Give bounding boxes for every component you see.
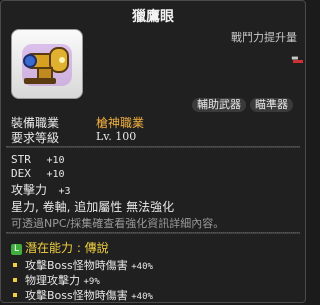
level-value: Lv. 100 <box>96 130 137 143</box>
stat-value: +3 <box>58 186 71 197</box>
potential-header: L 潛在能力 : 傳說 <box>11 239 109 256</box>
stat-name: 攻擊力 <box>11 183 48 197</box>
bullet-icon <box>13 278 17 282</box>
tag-sight: 瞄準器 <box>250 98 293 112</box>
divider <box>6 232 300 234</box>
bullet-icon <box>13 293 17 297</box>
potential-line: 攻擊Boss怪物時傷害 +40% <box>13 287 153 303</box>
potential-value: +40% <box>131 292 153 302</box>
legendary-potential-icon: L <box>11 244 22 255</box>
tag-secondary-weapon: 輔助武器 <box>192 98 246 112</box>
potential-value: +40% <box>131 262 153 272</box>
stat-dex: DEX +10 <box>11 167 65 180</box>
potential-text: 攻擊Boss怪物時傷害 <box>25 289 128 302</box>
potential-line: 物理攻擊力 +9% <box>13 272 100 288</box>
power-increase-label: 戰鬥力提升量 <box>231 31 297 44</box>
job-value: 槍神職業 <box>96 116 145 130</box>
potential-text: 攻擊Boss怪物時傷害 <box>25 259 128 272</box>
bullet-icon <box>13 263 17 267</box>
potential-text: 物理攻擊力 <box>25 274 80 287</box>
potential-line: 攻擊Boss怪物時傷害 +40% <box>13 257 153 273</box>
stat-name: STR <box>11 153 31 166</box>
enhancement-properties: 星力, 卷軸, 追加屬性 無法強化 <box>11 200 175 214</box>
divider <box>6 146 300 148</box>
power-indicator <box>293 60 303 63</box>
item-tooltip: 獵鷹眼 戰鬥力提升量 - 輔助武器 瞄準器 裝備職業 槍神職業 要求等級 Lv.… <box>0 0 306 303</box>
level-label: 要求等級 <box>11 131 60 145</box>
potential-value: +9% <box>83 277 100 287</box>
stat-name: DEX <box>11 167 31 180</box>
stat-str: STR +10 <box>11 153 65 166</box>
power-increase-value: - <box>290 45 299 69</box>
stat-value: +10 <box>46 169 65 180</box>
item-icon-frame <box>11 29 83 99</box>
potential-title: 潛在能力 : 傳說 <box>25 241 109 255</box>
item-name: 獵鷹眼 <box>132 9 174 25</box>
stat-attack: 攻擊力 +3 <box>11 181 71 198</box>
scope-icon <box>22 44 72 86</box>
npc-note: 可透過NPC/採集確查看強化資訊詳細內容。 <box>11 217 225 230</box>
stat-value: +10 <box>46 155 65 166</box>
